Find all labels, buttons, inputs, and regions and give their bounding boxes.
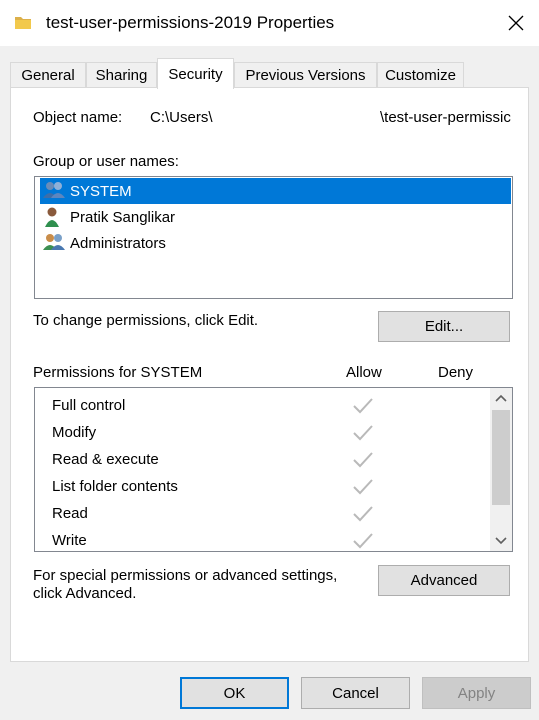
tab-customize[interactable]: Customize	[377, 62, 464, 88]
list-item-system[interactable]: SYSTEM	[40, 178, 511, 204]
permission-name: Read & execute	[52, 451, 159, 468]
advanced-button[interactable]: Advanced	[378, 565, 510, 596]
permission-row: Write	[35, 528, 490, 551]
tab-security[interactable]: Security	[157, 58, 234, 89]
edit-button[interactable]: Edit...	[378, 311, 510, 342]
list-item-pratik-sanglikar[interactable]: Pratik Sanglikar	[40, 204, 511, 230]
permission-row: Read	[35, 501, 490, 528]
checkmark-icon	[353, 398, 373, 414]
window-title: test-user-permissions-2019 Properties	[46, 13, 335, 32]
tab-previous-versions[interactable]: Previous Versions	[234, 62, 377, 88]
object-name-suffix: \test-user-permissic	[380, 109, 511, 126]
folder-icon	[15, 17, 31, 29]
permission-name: Write	[52, 532, 87, 549]
tab-sharing[interactable]: Sharing	[86, 62, 157, 88]
permissions-label: Permissions for SYSTEM	[33, 364, 203, 381]
checkmark-icon	[353, 425, 373, 441]
scroll-thumb[interactable]	[492, 410, 510, 505]
chevron-down-icon	[495, 537, 507, 545]
permission-name: List folder contents	[52, 478, 178, 495]
deny-header: Deny	[438, 364, 474, 381]
checkmark-icon	[353, 452, 373, 468]
advanced-hint-line2: click Advanced.	[33, 585, 137, 602]
group-names-label: Group or user names:	[33, 153, 179, 170]
advanced-hint-line1: For special permissions or advanced sett…	[33, 567, 338, 584]
permissions-list[interactable]: Full control Modify Read & execute List …	[34, 387, 513, 552]
scroll-up-button[interactable]	[490, 388, 512, 408]
ok-button[interactable]: OK	[180, 677, 289, 709]
tab-general[interactable]: General	[10, 62, 86, 88]
checkmark-icon	[353, 506, 373, 522]
close-button[interactable]	[493, 0, 539, 46]
permission-row: Modify	[35, 420, 490, 447]
object-name-prefix: C:\Users\	[150, 109, 213, 126]
permission-name: Full control	[52, 397, 126, 414]
close-icon	[508, 15, 524, 31]
permission-row: Full control	[35, 393, 490, 420]
permission-name: Read	[52, 505, 88, 522]
security-panel: Object name: C:\Users\ \test-user-permis…	[10, 87, 529, 662]
scroll-down-button[interactable]	[490, 531, 512, 551]
change-permissions-hint: To change permissions, click Edit.	[33, 312, 259, 329]
cancel-button[interactable]: Cancel	[301, 677, 410, 709]
permission-name: Modify	[52, 424, 97, 441]
title-bar: test-user-permissions-2019 Properties	[0, 0, 539, 46]
user-name: Pratik Sanglikar	[70, 208, 176, 226]
vertical-scrollbar[interactable]	[490, 388, 512, 551]
checkmark-icon	[353, 533, 373, 549]
permission-row: Read & execute	[35, 447, 490, 474]
user-name: Administrators	[70, 234, 166, 252]
permission-row: List folder contents	[35, 474, 490, 501]
list-item-administrators[interactable]: Administrators	[40, 230, 511, 256]
checkmark-icon	[353, 479, 373, 495]
user-name: SYSTEM	[70, 182, 132, 200]
users-group-icon	[43, 234, 65, 250]
object-name-label: Object name:	[33, 109, 123, 126]
chevron-up-icon	[495, 394, 507, 402]
user-list[interactable]: SYSTEM Pratik Sanglikar Administrators	[34, 176, 513, 299]
users-group-icon	[43, 182, 65, 198]
apply-button[interactable]: Apply	[422, 677, 531, 709]
allow-header: Allow	[346, 364, 382, 381]
user-icon	[45, 207, 59, 227]
